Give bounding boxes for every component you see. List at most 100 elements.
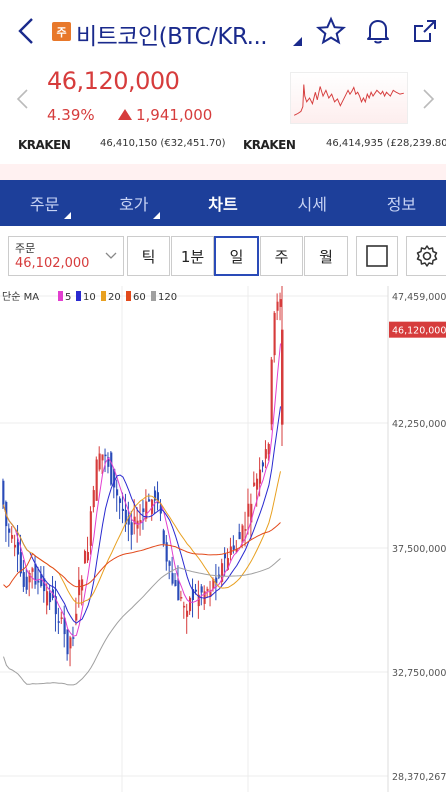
tab-label: 차트 [208, 195, 238, 214]
candle-body [57, 621, 60, 623]
candle-body [244, 529, 247, 531]
kraken-logo: KRAKEN [243, 138, 296, 152]
candle-body [11, 535, 14, 539]
next-arrow-icon[interactable] [420, 88, 436, 110]
candle-body [101, 454, 104, 461]
sparkline-chart[interactable] [290, 72, 408, 124]
ma-legend-label: 20 [108, 292, 121, 303]
ma-legend-swatch [76, 291, 81, 301]
candle-body [121, 508, 124, 511]
candle-body [60, 617, 63, 619]
candle-body [270, 359, 273, 425]
app-header: 주 비트코인(BTC/KR... [0, 0, 446, 64]
candle-body [162, 530, 165, 544]
candle-body [281, 329, 284, 425]
candle-body [37, 580, 40, 583]
candle-body [206, 588, 209, 591]
candle-body [276, 301, 279, 311]
y-tick-label: 37,500,000 [392, 544, 446, 555]
share-icon[interactable] [410, 16, 440, 46]
candle-body [78, 579, 81, 596]
period-month-button[interactable]: 월 [304, 236, 348, 276]
period-week-button[interactable]: 주 [260, 236, 303, 276]
exchange-value-1: 46,410,150 (€32,451.70) [100, 138, 226, 149]
candle-body [130, 522, 133, 535]
candle-body [16, 541, 19, 555]
tab-label: 주문 [29, 195, 60, 214]
kraken-logo: KRAKEN [18, 138, 71, 152]
candle-body [261, 462, 264, 467]
prev-arrow-icon[interactable] [15, 88, 31, 110]
exchange-price-1: KRAKEN [18, 138, 71, 152]
title-dropdown-icon[interactable] [293, 37, 302, 46]
y-tick-label: 32,750,000 [392, 668, 446, 679]
candle-body [72, 637, 75, 639]
period-day-button[interactable]: 일 [214, 236, 259, 276]
tab-bar: 주문 호가 차트 시세 정보 [0, 180, 446, 226]
page-title[interactable]: 비트코인(BTC/KR... [76, 17, 268, 51]
tab-chart[interactable]: 차트 [178, 180, 267, 226]
ma-legend-label: 60 [133, 292, 146, 303]
y-tick-label: 28,370,267 [392, 772, 446, 783]
y-tick-label: 47,459,000 [392, 292, 446, 303]
candle-body [183, 605, 186, 608]
change-percent: 4.39% [47, 106, 95, 124]
candle-body [98, 453, 101, 470]
period-1min-button[interactable]: 1분 [171, 236, 214, 276]
tab-market-price[interactable]: 시세 [268, 180, 357, 226]
ma-legend-label: 120 [158, 292, 177, 303]
ma-legend-swatch [58, 291, 63, 301]
period-tick-button[interactable]: 틱 [127, 236, 170, 276]
candle-body [34, 563, 37, 585]
order-badge: 주 [52, 22, 71, 41]
candle-body [92, 490, 95, 508]
candle-body [81, 579, 84, 591]
candle-body [22, 572, 25, 587]
candle-body [180, 597, 183, 599]
price-chart[interactable]: 47,459,000 42,250,000 37,500,000 32,750,000… [0, 286, 446, 792]
settings-button[interactable] [406, 236, 446, 276]
current-price: 46,120,000 [47, 67, 180, 95]
candle-body [66, 629, 69, 655]
tab-label: 정보 [386, 195, 417, 214]
ma-legend-label: 5 [65, 292, 71, 303]
candle-body [171, 573, 174, 584]
tab-info[interactable]: 정보 [357, 180, 446, 226]
candle-body [194, 589, 197, 592]
gear-icon [416, 245, 438, 267]
candle-body [168, 561, 171, 566]
tab-orderbook[interactable]: 호가 [89, 180, 178, 226]
candle-body [177, 580, 180, 601]
candle-body [264, 449, 267, 459]
tab-order[interactable]: 주문 [0, 180, 89, 226]
change-amount: 1,941,000 [136, 106, 213, 124]
candle-body [174, 580, 177, 587]
change-amount-wrap: 1,941,000 [118, 106, 212, 124]
candle-body [110, 452, 113, 485]
order-price-dropdown[interactable]: 주문 46,102,000 [8, 236, 124, 276]
y-tick-label: 42,250,000 [392, 419, 446, 430]
candle-body [142, 508, 145, 512]
bell-icon[interactable] [363, 16, 393, 46]
candle-body [13, 544, 17, 548]
candle-body [273, 312, 276, 356]
star-icon[interactable] [316, 16, 346, 46]
candle-body [148, 499, 151, 502]
candle-body [241, 525, 244, 543]
exchange-price-2: KRAKEN [243, 138, 296, 152]
candle-body [46, 591, 49, 606]
candle-body [83, 551, 87, 564]
order-value: 46,102,000 [15, 256, 90, 271]
tab-corner-icon [153, 212, 161, 219]
candle-body [247, 503, 250, 517]
ma-legend-title: 단순 MA [2, 291, 39, 303]
candle-body [186, 610, 189, 617]
back-arrow-icon[interactable] [14, 16, 38, 46]
candle-body [238, 532, 241, 540]
fullscreen-button[interactable] [356, 236, 398, 276]
candle-body [256, 478, 259, 490]
tab-label: 호가 [119, 195, 149, 214]
chart-background [0, 286, 446, 792]
notice-banner[interactable] [0, 164, 446, 180]
candle-body [200, 586, 203, 593]
